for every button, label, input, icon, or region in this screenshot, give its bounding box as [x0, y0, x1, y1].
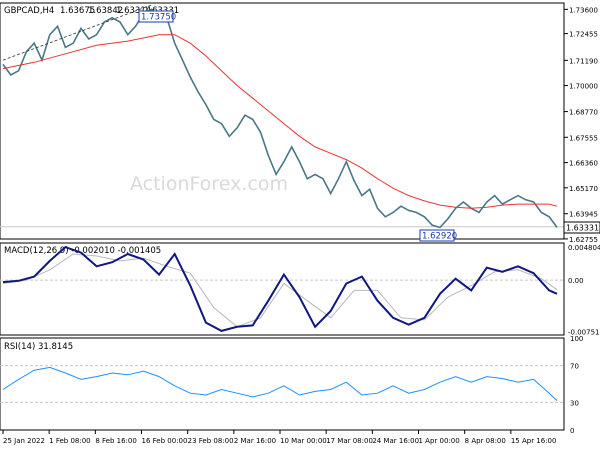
price-axis-ticks: 1.73600 1.72455 1.71190 1.70000 1.68770 1.675… — [564, 6, 598, 244]
time-tick-label: 23 Feb 08:00 — [188, 437, 234, 445]
high-callout-text: 1.73750 — [141, 13, 176, 23]
time-tick-label: 8 Apr 08:00 — [465, 437, 506, 445]
time-tick-label: 1 Feb 08:00 — [49, 437, 90, 445]
price-tick-label: 1.68770 — [569, 109, 598, 117]
rsi-tick-label: 30 — [570, 399, 579, 407]
forex-chart: ActionForex.com GBPCAD,H4 1.63675 1.6384… — [0, 0, 600, 450]
rsi-label: RSI(14) 31.8145 — [4, 342, 73, 352]
rsi-axis-ticks: 100 70 30 0 — [570, 335, 583, 435]
last-price-tag: 1.63331 — [563, 221, 600, 234]
macd-tick-label: 0.004804 — [568, 244, 600, 252]
macd-signal-line — [2, 253, 558, 328]
time-tick-label: 16 Feb 00:00 — [142, 437, 188, 445]
macd-tick-label: 0.00 — [568, 277, 584, 285]
time-tick-label: 24 Mar 16:00 — [372, 437, 419, 445]
time-tick-label: 10 Mar 00:00 — [280, 437, 327, 445]
macd-series-group — [0, 245, 564, 332]
price-tick-label: 1.72455 — [569, 31, 598, 39]
rsi-tick-label: 70 — [570, 363, 579, 371]
time-tick-label: 15 Apr 16:00 — [511, 437, 557, 445]
time-tick-label: 2 Mar 16:00 — [234, 437, 276, 445]
price-tick-label: 1.70000 — [569, 83, 598, 91]
low-callout-text: 1.62920 — [422, 232, 457, 242]
macd-axis-ticks: 0.0048040.00-0.007511 — [568, 244, 600, 337]
price-tick-label: 1.65170 — [569, 185, 598, 193]
price-callouts: 1.73750 1.62920 1.63331 — [138, 10, 600, 242]
high-callout: 1.73750 — [138, 10, 176, 23]
watermark-text: ActionForex.com — [130, 173, 288, 195]
rsi-series-group — [0, 365, 564, 403]
price-tick-label: 1.62755 — [569, 236, 598, 244]
rsi-tick-label: 100 — [570, 335, 583, 343]
low-callout: 1.62920 — [419, 229, 457, 242]
rsi-line — [2, 366, 558, 401]
time-tick-label: 1 Apr 00:00 — [419, 437, 460, 445]
time-tick-label: 25 Jan 2022 — [3, 437, 45, 445]
symbol-label: GBPCAD,H4 — [4, 6, 54, 16]
time-tick-label: 17 Mar 08:00 — [326, 437, 373, 445]
time-axis-ticks: 25 Jan 2022 1 Feb 08:00 8 Feb 16:00 16 Feb … — [2, 430, 557, 445]
price-tick-label: 1.67555 — [569, 134, 598, 142]
rsi-tick-label: 0 — [570, 427, 574, 435]
price-tick-label: 1.63945 — [569, 211, 598, 219]
price-tick-label: 1.73600 — [569, 6, 598, 14]
last-price-text: 1.63331 — [566, 224, 599, 233]
price-tick-label: 1.66360 — [569, 160, 598, 168]
price-tick-label: 1.71190 — [569, 57, 598, 65]
chart-canvas: ActionForex.com GBPCAD,H4 1.63675 1.6384… — [0, 2, 600, 445]
price-panel-frame — [0, 2, 565, 240]
time-tick-label: 8 Feb 16:00 — [95, 437, 136, 445]
rsi-panel-frame — [0, 337, 565, 431]
